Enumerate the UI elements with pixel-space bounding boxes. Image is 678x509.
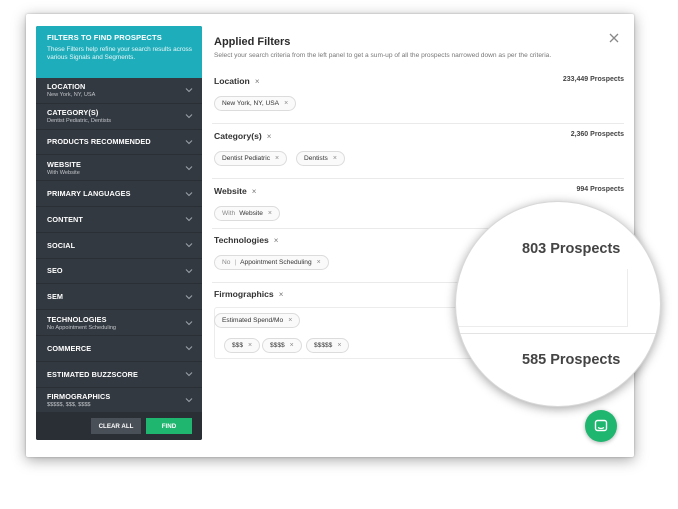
remove-section-icon[interactable]: × — [267, 132, 272, 141]
sidebar-item-seo[interactable]: SEO — [36, 259, 202, 285]
remove-chip-icon[interactable]: × — [288, 317, 292, 324]
remove-chip-icon[interactable]: × — [337, 342, 341, 349]
sidebar-item-label: LOCATION — [47, 82, 86, 92]
sidebar-description: These Filters help refine your search re… — [47, 46, 192, 62]
sidebar-item-summary: Dentist Pediatric, Dentists — [47, 118, 112, 125]
sidebar-item-technologies[interactable]: TECHNOLOGIES No Appointment Scheduling — [36, 310, 202, 336]
chevron-down-icon — [185, 114, 193, 119]
page-title: Applied Filters — [214, 36, 291, 48]
section-title: Location — [214, 76, 250, 86]
remove-section-icon[interactable]: × — [252, 187, 257, 196]
remove-section-icon[interactable]: × — [255, 77, 260, 86]
sidebar-item-label: SOCIAL — [47, 240, 76, 250]
filters-sidebar: FILTERS TO FIND PROSPECTS These Filters … — [36, 26, 202, 440]
sidebar-item-social[interactable]: SOCIAL — [36, 233, 202, 259]
sidebar-footer: CLEAR ALL FIND — [36, 413, 202, 440]
magnifier-callout: 803 Prospects 585 Prospects — [455, 201, 661, 407]
chevron-down-icon — [185, 165, 193, 171]
remove-chip-icon[interactable]: × — [284, 100, 288, 107]
remove-section-icon[interactable]: × — [274, 236, 279, 245]
prospect-count: 233,449 Prospects — [562, 76, 624, 83]
sidebar-item-label: CATEGORY(S) — [47, 108, 99, 118]
close-icon[interactable] — [608, 32, 620, 44]
filter-chip: $$$$$ × — [306, 338, 350, 353]
chevron-down-icon — [185, 217, 193, 222]
sidebar-item-label: PRIMARY LANGUAGES — [47, 189, 131, 199]
sidebar-item-label: SEO — [47, 266, 63, 276]
chevron-down-icon — [185, 320, 193, 325]
prospect-count: 994 Prospects — [576, 186, 624, 193]
sidebar-item-commerce[interactable]: COMMERCE — [36, 336, 202, 362]
remove-section-icon[interactable]: × — [279, 290, 284, 299]
sidebar-item-primary-languages[interactable]: PRIMARY LANGUAGES — [36, 181, 202, 207]
prospect-count: 2,360 Prospects — [570, 131, 624, 138]
filter-chip: Dentist Pediatric × — [214, 151, 288, 166]
remove-chip-icon[interactable]: × — [275, 155, 279, 162]
sidebar-item-label: COMMERCE — [47, 343, 92, 353]
sidebar-item-products-recommended[interactable]: PRODUCTS RECOMMENDED — [36, 130, 202, 156]
technologies-prospect-count: 803 Prospects — [522, 241, 621, 257]
sidebar-item-category-s[interactable]: CATEGORY(S) Dentist Pediatric, Dentists — [36, 104, 202, 130]
chevron-down-icon — [185, 372, 193, 377]
filter-chip: $$$$ × — [262, 338, 302, 353]
chevron-down-icon — [185, 88, 193, 93]
sidebar-item-summary: No Appointment Scheduling — [47, 324, 117, 331]
filter-chip: Estimated Spend/Mo × — [214, 313, 301, 328]
sidebar-item-summary: New York, NY, USA — [47, 92, 96, 99]
sidebar-item-website[interactable]: WEBSITE With Website — [36, 155, 202, 182]
section-title: Category(s) — [214, 131, 262, 141]
section-title: Firmographics — [214, 289, 274, 299]
sidebar-item-label: WEBSITE — [47, 159, 81, 169]
find-button[interactable]: FIND — [146, 418, 192, 434]
sidebar-item-summary: With Website — [47, 169, 80, 176]
sidebar-title: FILTERS TO FIND PROSPECTS — [47, 33, 162, 42]
chevron-down-icon — [185, 191, 193, 196]
filter-chip: $$$ × — [224, 338, 261, 353]
remove-chip-icon[interactable]: × — [290, 342, 294, 349]
sidebar-item-label: TECHNOLOGIES — [47, 314, 107, 324]
sidebar-item-summary: $$$$$, $$$, $$$$ — [47, 401, 91, 408]
chevron-down-icon — [185, 346, 193, 351]
chevron-down-icon — [185, 269, 193, 274]
chevron-down-icon — [185, 398, 193, 403]
sidebar-filter-list: LOCATION New York, NY, USA CATEGORY(S) Dent… — [36, 78, 202, 414]
filter-chip: With Website × — [214, 206, 280, 221]
section-title: Website — [214, 186, 247, 196]
sidebar-item-label: SEM — [47, 292, 64, 302]
sidebar-item-label: FIRMOGRAPHICS — [47, 391, 111, 401]
filter-chip: Dentists × — [296, 151, 345, 166]
remove-chip-icon[interactable]: × — [317, 259, 321, 266]
sidebar-item-location[interactable]: LOCATION New York, NY, USA — [36, 78, 202, 104]
clear-all-button[interactable]: CLEAR ALL — [91, 418, 141, 434]
sidebar-header: FILTERS TO FIND PROSPECTS These Filters … — [36, 26, 202, 78]
chat-icon — [594, 419, 608, 432]
remove-chip-icon[interactable]: × — [333, 155, 337, 162]
remove-chip-icon[interactable]: × — [268, 210, 272, 217]
section-title: Technologies — [214, 235, 269, 245]
filter-chip: New York, NY, USA × — [214, 96, 297, 111]
sidebar-item-content[interactable]: CONTENT — [36, 207, 202, 233]
section-category: Category(s) × 2,360 Prospects Dentist Ped… — [212, 124, 624, 179]
sidebar-item-label: CONTENT — [47, 214, 83, 224]
sidebar-item-label: PRODUCTS RECOMMENDED — [47, 137, 151, 147]
chevron-down-icon — [185, 243, 193, 248]
page-subtitle: Select your search criteria from the lef… — [214, 52, 552, 59]
filter-chip: No | Appointment Scheduling × — [214, 255, 329, 270]
remove-chip-icon[interactable]: × — [248, 342, 252, 349]
sidebar-item-estimated-buzzscore[interactable]: ESTIMATED BUZZSCORE — [36, 362, 202, 388]
chevron-down-icon — [185, 294, 193, 300]
chevron-down-icon — [185, 140, 193, 145]
sidebar-item-label: ESTIMATED BUZZSCORE — [47, 369, 138, 379]
sidebar-item-sem[interactable]: SEM — [36, 284, 202, 311]
firmographics-prospect-count: 585 Prospects — [522, 352, 621, 368]
section-location: Location × 233,449 Prospects New York, NY… — [212, 70, 624, 124]
sidebar-item-firmographics[interactable]: FIRMOGRAPHICS $$$$$, $$$, $$$$ — [36, 388, 202, 414]
chat-button[interactable] — [585, 410, 617, 442]
